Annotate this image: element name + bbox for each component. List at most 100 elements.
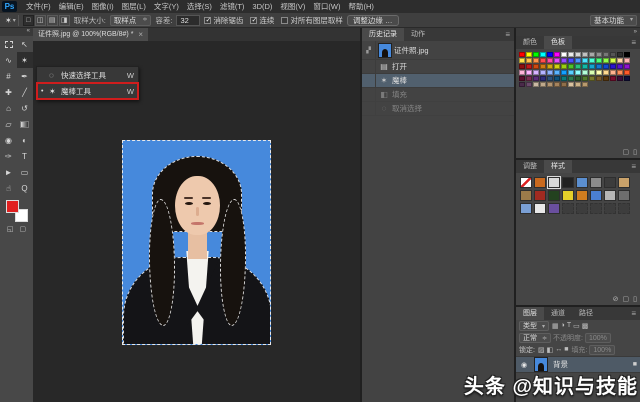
swatch[interactable] [561, 64, 567, 69]
menu-item[interactable]: 编辑(E) [55, 0, 88, 13]
swatch[interactable] [596, 70, 602, 75]
swatch[interactable] [624, 58, 630, 63]
visibility-eye-icon[interactable]: ◉ [519, 361, 529, 369]
swatch[interactable] [624, 64, 630, 69]
swatch[interactable] [519, 82, 525, 87]
panel-menu-icon[interactable]: ≡ [627, 307, 640, 320]
swatch[interactable] [575, 70, 581, 75]
menu-item[interactable]: 图层(L) [118, 0, 150, 13]
swatch[interactable] [624, 52, 630, 57]
clear-style-icon[interactable]: ⊘ [613, 295, 619, 303]
swatch[interactable] [582, 82, 588, 87]
swatch[interactable] [554, 82, 560, 87]
swatch[interactable] [526, 52, 532, 57]
filter-pixel-layers-icon[interactable]: ▦ [551, 322, 560, 330]
style-swatch[interactable] [534, 190, 546, 201]
close-icon[interactable]: × [138, 28, 143, 41]
trash-icon[interactable]: ▯ [633, 148, 637, 156]
swatch[interactable] [533, 64, 539, 69]
new-style-icon[interactable]: ▢ [623, 295, 630, 303]
swatch[interactable] [540, 70, 546, 75]
id-photo[interactable] [122, 140, 271, 345]
swatch[interactable] [568, 64, 574, 69]
lock-transparent-pixels-icon[interactable]: ▨ [537, 346, 546, 354]
swatch[interactable] [624, 70, 630, 75]
swatch[interactable] [589, 76, 595, 81]
history-brush-tool[interactable]: ↺ [17, 100, 33, 116]
history-entry[interactable]: ◌取消选择 [362, 102, 514, 116]
intersect-with-selection-button[interactable]: ◨ [59, 15, 70, 26]
set-source-box[interactable] [362, 102, 376, 115]
swatch[interactable] [554, 76, 560, 81]
swatch[interactable] [519, 76, 525, 81]
swatch[interactable] [582, 52, 588, 57]
subtract-from-selection-button[interactable]: ▤ [47, 15, 58, 26]
swatch[interactable] [568, 70, 574, 75]
swatch[interactable] [582, 76, 588, 81]
tab-channels[interactable]: 通道 [544, 307, 572, 320]
swatch[interactable] [533, 52, 539, 57]
fill-select[interactable]: 100% [589, 345, 615, 355]
dock-collapse-icon[interactable]: » [516, 28, 640, 36]
lock-position-icon[interactable]: ↔ [554, 346, 563, 354]
swatch[interactable] [589, 58, 595, 63]
new-selection-button[interactable]: □ [23, 15, 34, 26]
history-entry[interactable]: ◧填充 [362, 88, 514, 102]
swatch[interactable] [526, 82, 532, 87]
menu-item[interactable]: 视图(V) [276, 0, 309, 13]
style-swatch[interactable] [534, 203, 546, 214]
swatch[interactable] [519, 52, 525, 57]
refine-edge-button[interactable]: 调整边缘 … [347, 15, 399, 26]
swatch[interactable] [589, 70, 595, 75]
quick-mask-icon[interactable]: ◱ [7, 225, 14, 233]
swatch[interactable] [617, 58, 623, 63]
swatch[interactable] [603, 64, 609, 69]
panel-menu-icon[interactable]: ≡ [627, 160, 640, 173]
filter-smart-objects-icon[interactable]: ▩ [581, 322, 590, 330]
blend-mode-select[interactable]: 正常 ≑ [519, 333, 551, 343]
crop-tool[interactable]: # [1, 68, 17, 84]
history-entry[interactable]: ▤打开 [362, 60, 514, 74]
swatch[interactable] [540, 82, 546, 87]
swatch[interactable] [533, 70, 539, 75]
set-source-box[interactable] [362, 60, 376, 73]
swatch[interactable] [519, 58, 525, 63]
style-none[interactable] [520, 177, 532, 188]
blur-tool[interactable]: ◉ [1, 132, 17, 148]
zoom-tool[interactable]: Q [17, 180, 33, 196]
swatch[interactable] [624, 76, 630, 81]
swatch[interactable] [540, 58, 546, 63]
menu-item[interactable]: 文件(F) [22, 0, 55, 13]
swatch[interactable] [540, 76, 546, 81]
swatch[interactable] [547, 58, 553, 63]
style-swatch[interactable] [520, 203, 532, 214]
swatch[interactable] [568, 52, 574, 57]
hand-tool[interactable]: ☝ [1, 180, 17, 196]
opacity-select[interactable]: 100% [585, 333, 611, 343]
style-swatch[interactable] [520, 190, 532, 201]
menu-item[interactable]: 选择(S) [183, 0, 216, 13]
swatch[interactable] [575, 58, 581, 63]
swatch[interactable] [533, 76, 539, 81]
canvas[interactable]: ◌快速选择工具W•✶魔棒工具W [33, 41, 360, 402]
style-swatch[interactable] [618, 177, 630, 188]
swatch[interactable] [547, 52, 553, 57]
swatch[interactable] [561, 52, 567, 57]
swatch[interactable] [596, 64, 602, 69]
tab-color[interactable]: 颜色 [516, 36, 544, 49]
set-source-box[interactable]: ▞ [362, 41, 376, 59]
workspace-switcher[interactable]: 基本功能 ▾ [590, 15, 637, 26]
swatch[interactable] [526, 70, 532, 75]
history-entry[interactable]: ▞证件照.jpg [362, 41, 514, 60]
swatch[interactable] [617, 70, 623, 75]
magic-wand-tool[interactable]: ✶ [17, 52, 33, 68]
brush-tool[interactable]: ╱ [17, 84, 33, 100]
shape-tool[interactable]: ▭ [17, 164, 33, 180]
tab-adjustments[interactable]: 调整 [516, 160, 544, 173]
swatch[interactable] [561, 76, 567, 81]
swatch[interactable] [582, 70, 588, 75]
swatch[interactable] [575, 64, 581, 69]
style-swatch[interactable] [604, 177, 616, 188]
type-tool[interactable]: T [17, 148, 33, 164]
swatch[interactable] [561, 70, 567, 75]
